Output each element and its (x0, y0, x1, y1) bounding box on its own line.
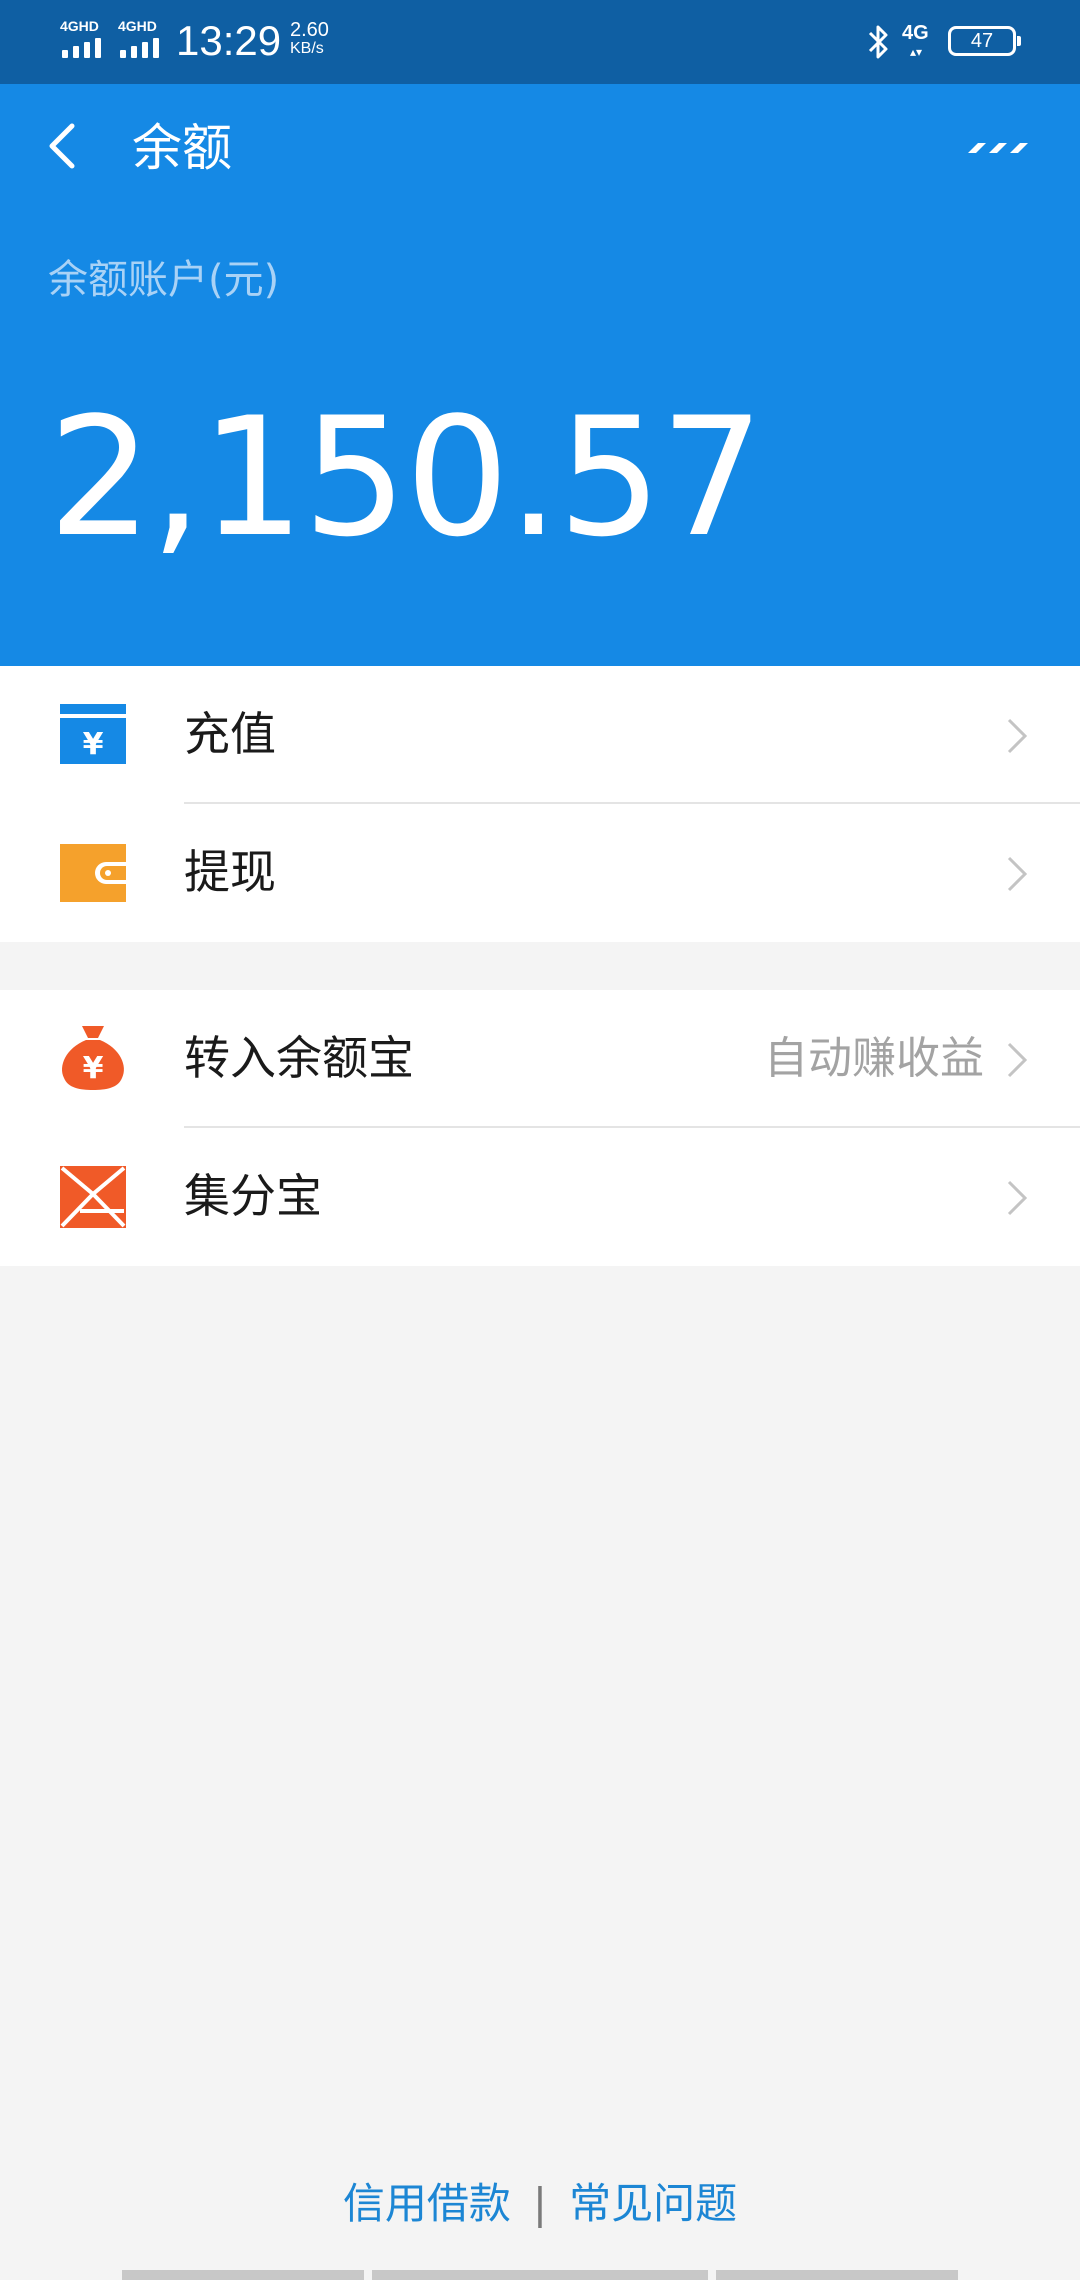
nav-gesture-bar[interactable] (716, 2270, 958, 2280)
more-button[interactable] (958, 122, 1030, 172)
chevron-right-icon (1007, 1180, 1028, 1216)
chevron-right-icon (1007, 1042, 1028, 1078)
page-title: 余额 (132, 119, 232, 177)
auto-earn-hint: 自动赚收益 (764, 1033, 984, 1084)
chevron-right-icon (1007, 856, 1028, 892)
speed-value: 2.60 (290, 19, 329, 41)
network-type-1: 4GHD (60, 18, 99, 34)
status-bar: 4GHD 4GHD 13:29 2.60 KB/s 4G ▴▾ 47 (0, 0, 1080, 84)
footer-separator: | (532, 2179, 548, 2228)
withdraw-item[interactable]: 提现 (0, 804, 1080, 942)
nav-gesture-bar[interactable] (122, 2270, 364, 2280)
withdraw-label: 提现 (184, 845, 276, 899)
svg-text:¥: ¥ (83, 1051, 104, 1086)
jifenbao-icon (60, 1166, 126, 1228)
faq-link[interactable]: 常见问题 (569, 2179, 737, 2228)
mobile-data-label: 4G (902, 22, 929, 44)
recharge-item[interactable]: ¥ 充值 (0, 666, 1080, 804)
back-button[interactable] (36, 116, 96, 176)
menu-group-funds: ¥ 充值 提现 (0, 666, 1080, 942)
status-time: 13:29 (176, 17, 282, 64)
jifenbao-label: 集分宝 (184, 1169, 322, 1223)
speed-unit: KB/s (290, 40, 324, 57)
network-type-2: 4GHD (118, 18, 157, 34)
footer-links: 信用借款 | 常见问题 (0, 2176, 1080, 2232)
transfer-to-yuebao-item[interactable]: ¥ 转入余额宝 自动赚收益 (0, 990, 1080, 1128)
balance-label: 余额账户(元) (48, 257, 280, 303)
more-dots-icon (968, 143, 1028, 153)
recharge-icon: ¥ (60, 704, 126, 764)
credit-loan-link[interactable]: 信用借款 (343, 2179, 511, 2228)
jifenbao-item[interactable]: 集分宝 (0, 1128, 1080, 1266)
svg-text:¥: ¥ (83, 727, 104, 762)
balance-amount: 2,150.57 (48, 382, 764, 573)
data-activity-icon: ▴▾ (910, 45, 923, 59)
battery-icon: 47 (948, 26, 1021, 56)
signal-icon: 4GHD (118, 18, 166, 64)
bluetooth-icon (868, 25, 888, 59)
nav-gesture-bar[interactable] (372, 2270, 708, 2280)
network-speed: 2.60 KB/s (290, 20, 360, 58)
transfer-to-yuebao-label: 转入余额宝 (184, 1031, 414, 1085)
balance-header: 余额 余额账户(元) 2,150.57 (0, 84, 1080, 666)
wallet-icon (60, 844, 126, 902)
chevron-right-icon (1007, 718, 1028, 754)
menu-group-services: ¥ 转入余额宝 自动赚收益 集分宝 (0, 990, 1080, 1266)
signal-icon: 4GHD (60, 18, 108, 64)
recharge-label: 充值 (184, 707, 276, 761)
back-arrow-icon (49, 123, 75, 169)
screen: 4GHD 4GHD 13:29 2.60 KB/s 4G ▴▾ 47 余额 余额… (0, 0, 1080, 2280)
money-bag-icon: ¥ (62, 1026, 124, 1090)
